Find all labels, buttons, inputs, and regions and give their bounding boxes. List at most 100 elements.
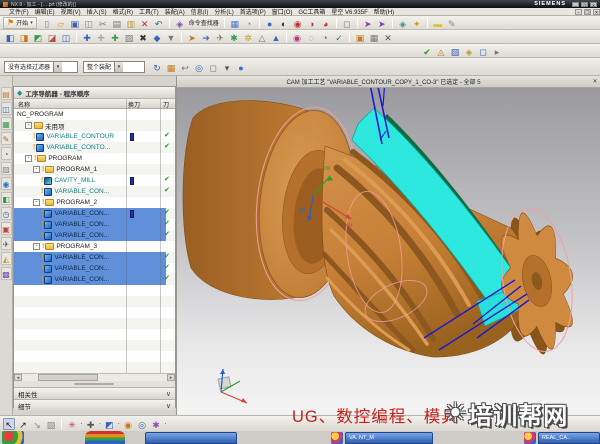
- minimized-window-tile-1[interactable]: VA..NT_M: [345, 432, 433, 444]
- tree-row[interactable]: !VARIABLE_CON...✔: [14, 186, 175, 197]
- menu-item-1[interactable]: 编辑(E): [32, 7, 58, 16]
- plane-icon[interactable]: ✈: [1, 237, 12, 250]
- window-control-icon[interactable]: –: [575, 9, 582, 15]
- cut-icon[interactable]: ✂: [97, 17, 109, 29]
- navigator-header[interactable]: ◆ 工序导航器 - 程序顺序: [14, 87, 175, 99]
- menu-item-4[interactable]: 格式(R): [110, 7, 136, 16]
- machine-icon[interactable]: ◉: [291, 31, 303, 43]
- dropdown-icon[interactable]: ▼: [165, 31, 177, 43]
- tree-row[interactable]: -!PROGRAM: [14, 153, 175, 164]
- cut-op-icon[interactable]: ✛: [95, 31, 107, 43]
- close-icon[interactable]: ✕: [590, 78, 600, 85]
- close-tool-icon[interactable]: ✕: [382, 31, 394, 43]
- 3d-viewport[interactable]: ZM ZC XM: [177, 88, 600, 415]
- window-icon[interactable]: ▦: [229, 17, 241, 29]
- child-window-controls[interactable]: –❐✕: [575, 9, 600, 15]
- geom-create-icon[interactable]: ◩: [32, 31, 44, 43]
- panel-drag-handle[interactable]: [14, 381, 175, 387]
- cursor3-icon[interactable]: ↘: [31, 418, 43, 430]
- display-red3-icon[interactable]: ◕: [320, 17, 332, 29]
- menu-item-12[interactable]: 星空 V6.935F: [328, 7, 370, 16]
- spark-icon[interactable]: ✦: [411, 17, 423, 29]
- method-create-icon[interactable]: ◪: [46, 31, 58, 43]
- program-create-icon[interactable]: ◫: [60, 31, 72, 43]
- post-icon[interactable]: ✲: [242, 31, 254, 43]
- pinwheel-icon[interactable]: ✳: [66, 418, 78, 430]
- copy-op-icon[interactable]: ✚: [109, 31, 121, 43]
- tree-row[interactable]: !VARIABLE_CON...✔: [14, 208, 175, 219]
- window-controls[interactable]: –❐✕: [572, 2, 597, 7]
- menu-item-9[interactable]: 首选项(P): [237, 7, 269, 16]
- tree-row[interactable]: !VARIABLE_CON...✔: [14, 219, 175, 230]
- undo-icon[interactable]: ↶: [153, 17, 165, 29]
- menu-item-11[interactable]: GC工具箱: [295, 7, 328, 16]
- snap-point-icon[interactable]: ✚: [85, 418, 97, 430]
- tree-row[interactable]: -!PROGRAM_1: [14, 164, 175, 175]
- sphere-icon[interactable]: ●: [264, 17, 276, 29]
- menu-item-7[interactable]: 信息(I): [188, 7, 212, 16]
- command-finder-icon[interactable]: ◈: [174, 17, 186, 29]
- section-details[interactable]: 细节 ∨: [14, 399, 175, 411]
- minimized-window-icon[interactable]: [524, 432, 536, 444]
- navigator-column-header[interactable]: 名称 换刀 刀: [14, 99, 175, 109]
- display-red-icon[interactable]: ◉: [292, 17, 304, 29]
- template-icon[interactable]: ◭: [1, 252, 12, 265]
- lens-icon[interactable]: ◎: [193, 61, 205, 73]
- tree-expander-icon[interactable]: -: [33, 166, 40, 173]
- open-icon[interactable]: ▱: [55, 17, 67, 29]
- select-dd-icon[interactable]: ▾: [221, 61, 233, 73]
- minimized-window-tile-0[interactable]: [145, 432, 237, 444]
- circle-icon[interactable]: ◌: [305, 31, 317, 43]
- tree-row[interactable]: -!PROGRAM_3: [14, 241, 175, 252]
- new-file-icon[interactable]: ▯: [41, 17, 53, 29]
- paste-icon[interactable]: ▥: [125, 17, 137, 29]
- constraint-nav-icon[interactable]: ◫: [1, 102, 12, 115]
- part-nav-icon[interactable]: ▦: [1, 117, 12, 130]
- diamond-icon[interactable]: ◈: [463, 45, 475, 57]
- arrow-purple2-icon[interactable]: ➤: [376, 17, 388, 29]
- object-icon[interactable]: ◆: [151, 31, 163, 43]
- replay-icon[interactable]: ➔: [200, 31, 212, 43]
- taskbar-art2-icon[interactable]: [85, 431, 125, 444]
- pencil-icon[interactable]: ✎: [446, 17, 458, 29]
- tree-row[interactable]: !VARIABLE_CON...✔: [14, 263, 175, 274]
- cursor2-icon[interactable]: ↗: [17, 418, 29, 430]
- tree-row[interactable]: !CAVITY_MILL✔: [14, 175, 175, 186]
- tree-expander-icon[interactable]: -: [25, 122, 32, 129]
- list-icon[interactable]: △: [256, 31, 268, 43]
- roles-icon[interactable]: ▣: [1, 222, 12, 235]
- column-name[interactable]: 名称: [18, 100, 30, 109]
- tree-row[interactable]: -!PROGRAM_2: [14, 197, 175, 208]
- delete-icon[interactable]: ✕: [139, 17, 151, 29]
- scrollbar-thumb[interactable]: [38, 374, 98, 381]
- window-control-icon[interactable]: ✕: [590, 2, 597, 7]
- snapshot-icon[interactable]: ▦: [165, 61, 177, 73]
- column-tool[interactable]: 刀: [163, 100, 169, 109]
- menu-item-6[interactable]: 装配(A): [162, 7, 188, 16]
- verify-icon[interactable]: ✈: [214, 31, 226, 43]
- tree-row[interactable]: NC_PROGRAM: [14, 109, 175, 120]
- horizontal-scrollbar[interactable]: ◂ ▸: [14, 373, 175, 381]
- check-icon[interactable]: ✓: [333, 31, 345, 43]
- magnifier-icon[interactable]: ◎: [136, 418, 148, 430]
- menu-item-3[interactable]: 插入(S): [84, 7, 110, 16]
- scope-select[interactable]: 整个装配 ▾: [83, 61, 145, 73]
- lasso-icon[interactable]: ▧: [45, 418, 57, 430]
- edit-op-icon[interactable]: ✚: [81, 31, 93, 43]
- simulate-icon[interactable]: ✱: [228, 31, 240, 43]
- table-icon[interactable]: ▦: [368, 31, 380, 43]
- tree-row[interactable]: !VARIABLE_CON...✔: [14, 230, 175, 241]
- web-icon[interactable]: ▨: [1, 162, 12, 175]
- reuse-icon[interactable]: ✎: [1, 132, 12, 145]
- display-red2-icon[interactable]: ◑: [306, 17, 318, 29]
- menu-item-0[interactable]: 文件(F): [6, 7, 32, 16]
- minimized-window-icon[interactable]: [331, 432, 343, 444]
- clock2-icon[interactable]: ◷: [1, 207, 12, 220]
- swirl-icon[interactable]: ✱: [150, 418, 162, 430]
- column-toolchange[interactable]: 换刀: [128, 100, 140, 109]
- comment-icon[interactable]: ◻: [477, 45, 489, 57]
- window-control-icon[interactable]: –: [572, 2, 579, 7]
- window-control-icon[interactable]: ❐: [581, 2, 588, 7]
- scroll-left-icon[interactable]: ◂: [14, 374, 22, 381]
- shop-doc-icon[interactable]: ▲: [270, 31, 282, 43]
